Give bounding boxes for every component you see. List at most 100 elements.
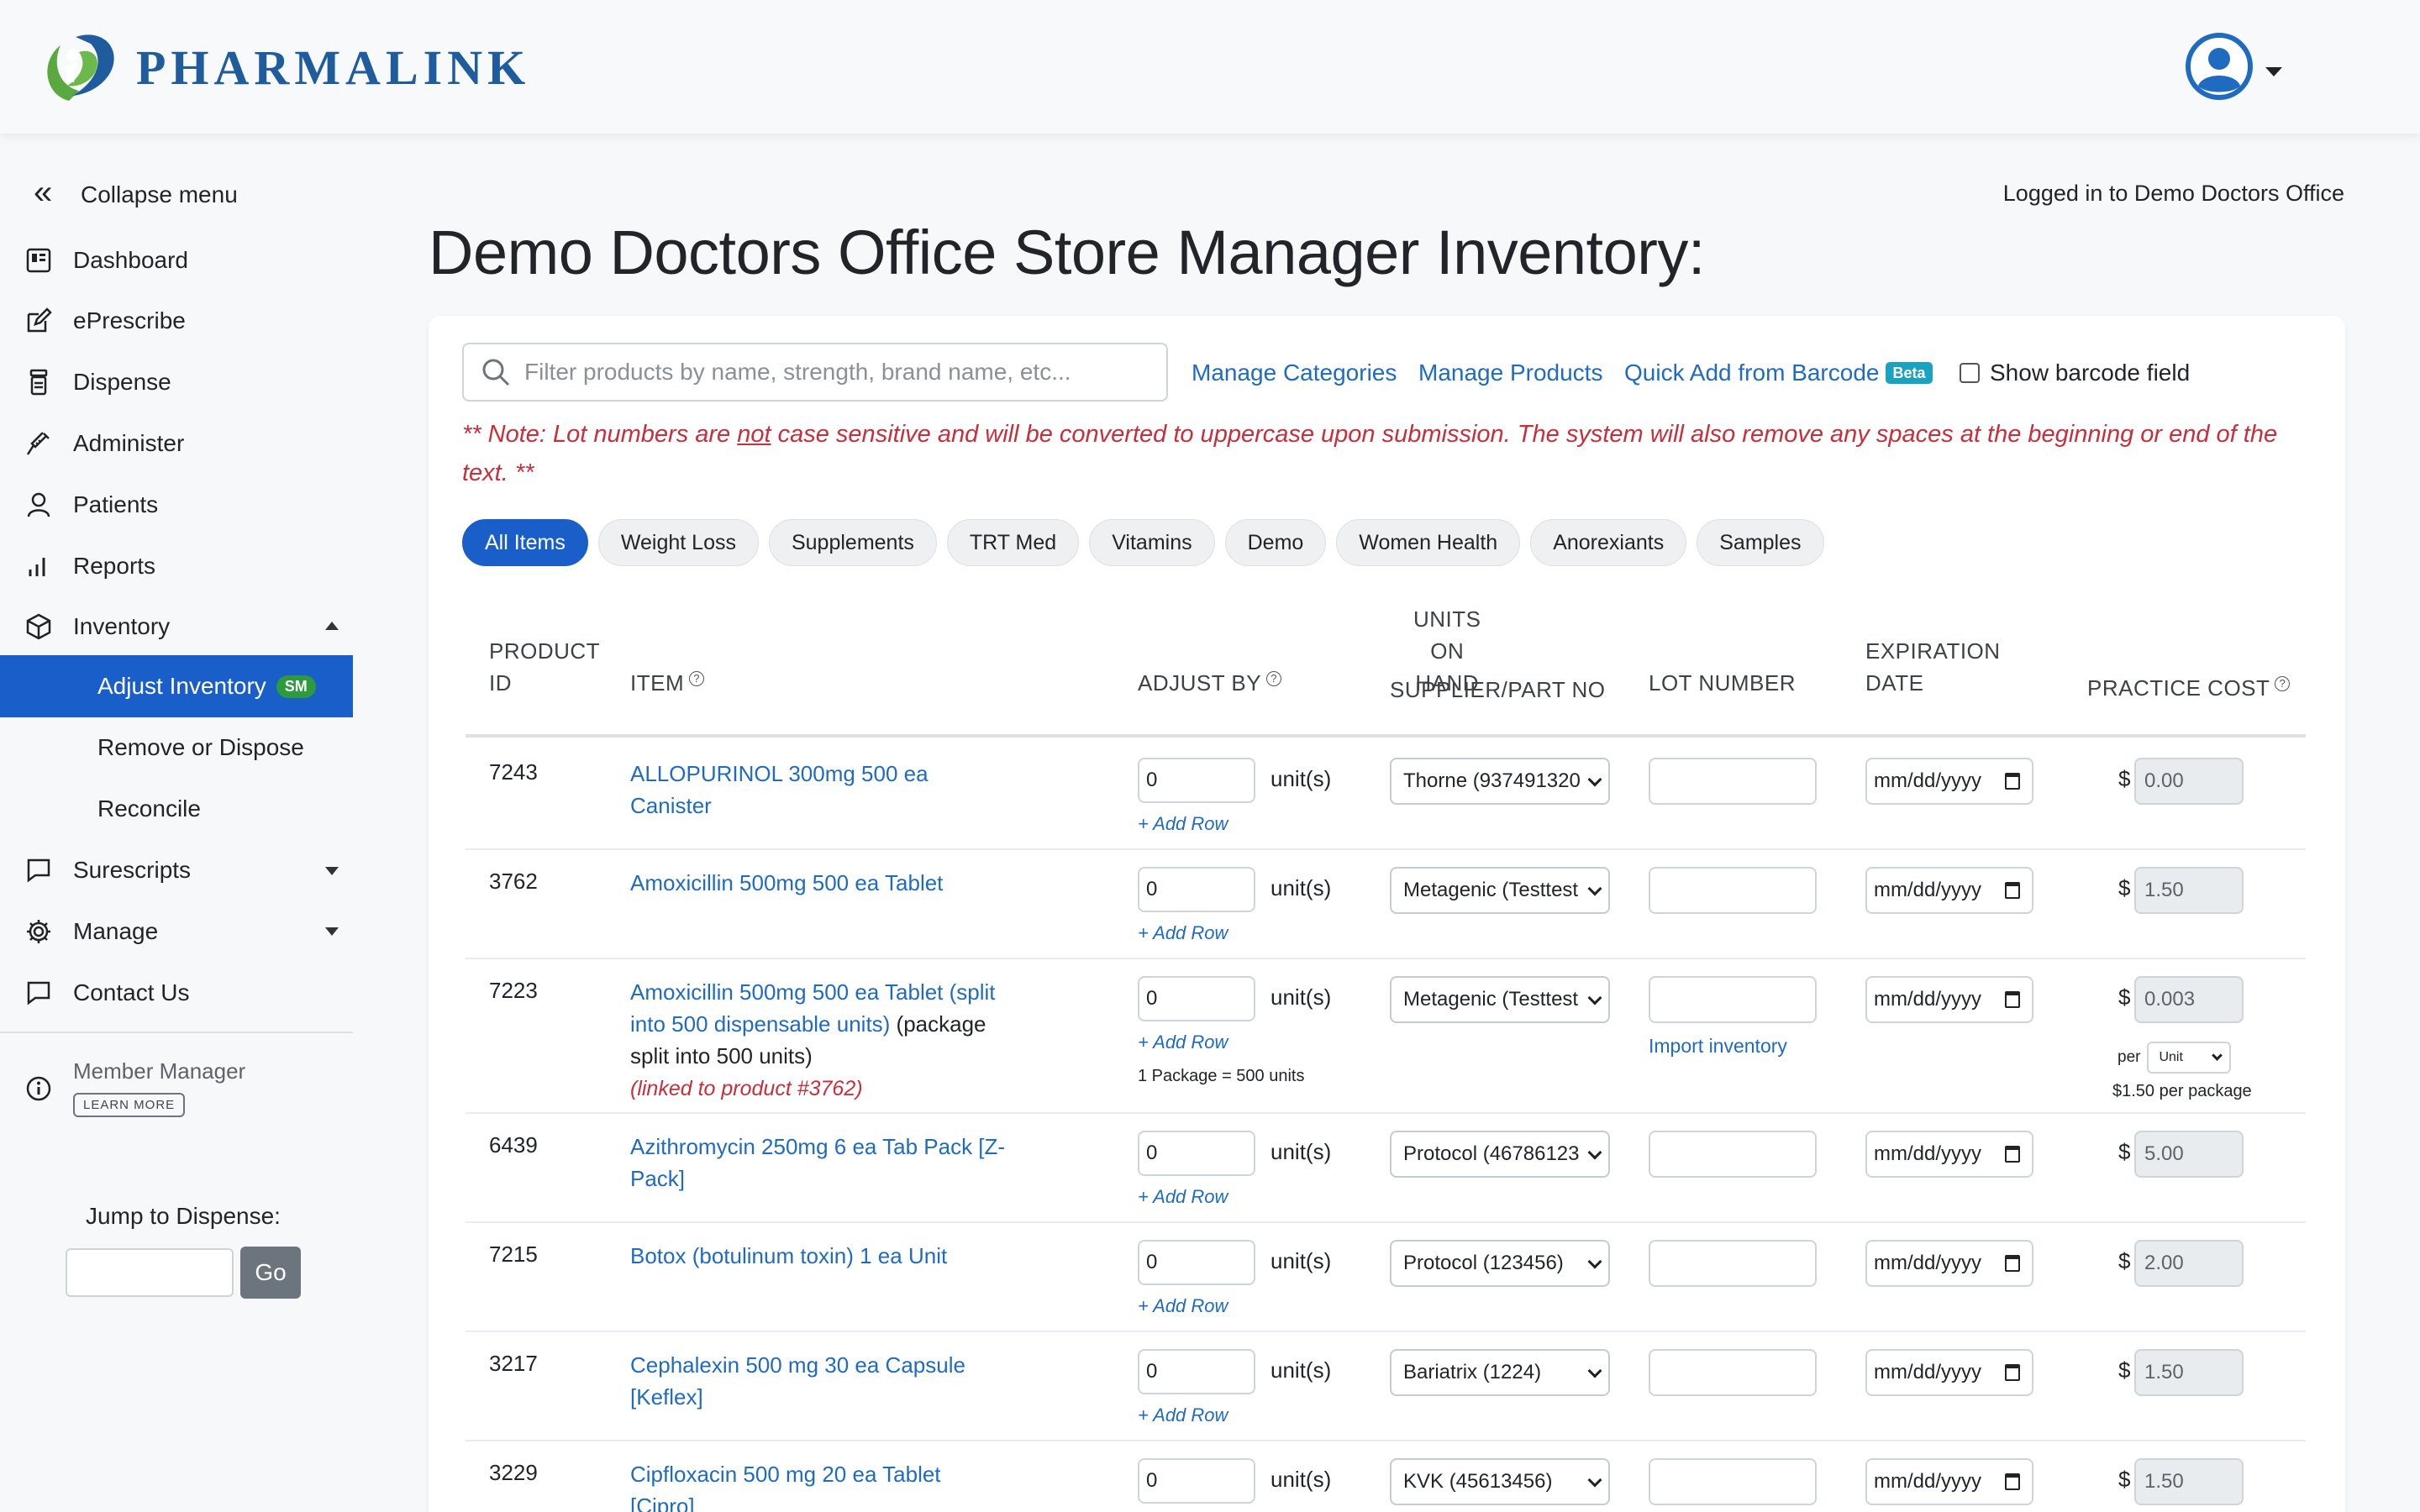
- supplier-select[interactable]: Bariatrix (1224): [1390, 1349, 1610, 1396]
- go-button[interactable]: Go: [240, 1247, 301, 1299]
- supplier-select[interactable]: Protocol (123456): [1390, 1240, 1610, 1287]
- category-chip-weight-loss[interactable]: Weight Loss: [597, 519, 759, 566]
- collapse-menu-button[interactable]: « Collapse menu: [34, 176, 238, 209]
- expiration-date-input[interactable]: mm/dd/yyyy: [1865, 1349, 2033, 1396]
- lot-number-input[interactable]: [1649, 867, 1817, 914]
- adjust-by-input[interactable]: 0: [1138, 867, 1255, 912]
- info-icon: [25, 1075, 73, 1117]
- calendar-icon[interactable]: [2005, 882, 2020, 899]
- practice-cost-input[interactable]: 1.50: [2134, 1458, 2244, 1505]
- category-chip-anorexiants[interactable]: Anorexiants: [1530, 519, 1687, 566]
- manage-categories-link[interactable]: Manage Categories: [1192, 360, 1397, 386]
- sidebar-item-inventory[interactable]: Inventory: [25, 610, 170, 643]
- sidebar-item-patients[interactable]: Patients: [25, 488, 158, 522]
- expiration-date-input[interactable]: mm/dd/yyyy: [1865, 1131, 2033, 1178]
- category-chip-vitamins[interactable]: Vitamins: [1089, 519, 1215, 566]
- lot-number-input[interactable]: [1649, 1458, 1817, 1505]
- adjust-by-input[interactable]: 0: [1138, 1458, 1255, 1504]
- add-row-link[interactable]: + Add Row: [1138, 1295, 1228, 1317]
- per-unit-select[interactable]: Unit: [2147, 1042, 2232, 1074]
- calendar-icon[interactable]: [2005, 773, 2020, 790]
- lot-number-input[interactable]: [1649, 758, 1817, 805]
- category-chip-trt-med[interactable]: TRT Med: [946, 519, 1080, 566]
- header-line: ID: [489, 670, 512, 696]
- supplier-select[interactable]: Metagenic (Testtest: [1390, 976, 1610, 1023]
- sidebar-subitem-adjust-inventory[interactable]: Adjust Inventory SM: [0, 655, 353, 717]
- sidebar-subitem-reconcile[interactable]: Reconcile: [97, 795, 201, 822]
- add-row-link[interactable]: + Add Row: [1138, 1186, 1228, 1208]
- category-chip-samples[interactable]: Samples: [1697, 519, 1824, 566]
- category-chip-women-health[interactable]: Women Health: [1336, 519, 1521, 566]
- help-icon[interactable]: ?: [2275, 676, 2291, 691]
- lot-number-input[interactable]: [1649, 1240, 1817, 1287]
- item-link[interactable]: Botox (botulinum toxin) 1 ea Unit: [630, 1243, 947, 1268]
- jump-to-dispense-input[interactable]: [66, 1248, 234, 1297]
- practice-cost-input[interactable]: 1.50: [2134, 867, 2244, 914]
- calendar-icon[interactable]: [2005, 1146, 2020, 1163]
- unit-label: unit(s): [1270, 984, 1332, 1010]
- add-row-link[interactable]: + Add Row: [1138, 1404, 1228, 1426]
- item-link[interactable]: ALLOPURINOL 300mg 500 ea Canister: [630, 761, 929, 818]
- pharmalink-logo[interactable]: PHARMALINK: [35, 25, 530, 109]
- user-menu[interactable]: [2185, 32, 2282, 101]
- supplier-select[interactable]: Thorne (937491320: [1390, 758, 1610, 805]
- supplier-select[interactable]: Metagenic (Testtest: [1390, 867, 1610, 914]
- practice-cost-input[interactable]: 0.00: [2134, 758, 2244, 805]
- item-link[interactable]: Cephalexin 500 mg 30 ea Capsule [Keflex]: [630, 1352, 965, 1410]
- add-row-link[interactable]: + Add Row: [1138, 922, 1228, 944]
- sidebar-item-reports[interactable]: Reports: [25, 549, 155, 583]
- expiration-date-input[interactable]: mm/dd/yyyy: [1865, 976, 2033, 1023]
- calendar-icon[interactable]: [2005, 1364, 2020, 1381]
- adjust-by-input[interactable]: 0: [1138, 1131, 1255, 1176]
- sidebar-item-manage[interactable]: Manage: [25, 915, 158, 948]
- manage-products-link[interactable]: Manage Products: [1418, 360, 1602, 386]
- category-chip-demo[interactable]: Demo: [1224, 519, 1327, 566]
- help-icon[interactable]: ?: [1266, 671, 1282, 686]
- category-chip-supplements[interactable]: Supplements: [768, 519, 937, 566]
- item-link[interactable]: Cipfloxacin 500 mg 20 ea Tablet [Cipro]: [630, 1462, 941, 1512]
- lot-number-input[interactable]: [1649, 1131, 1817, 1178]
- calendar-icon[interactable]: [2005, 991, 2020, 1008]
- practice-cost-input[interactable]: 2.00: [2134, 1240, 2244, 1287]
- expiration-date-input[interactable]: mm/dd/yyyy: [1865, 1458, 2033, 1505]
- expiration-date-input[interactable]: mm/dd/yyyy: [1865, 758, 2033, 805]
- learn-more-button[interactable]: LEARN MORE: [73, 1093, 186, 1117]
- quick-add-barcode-link[interactable]: Quick Add from Barcode Beta: [1624, 360, 1933, 386]
- supplier-select[interactable]: KVK (45613456): [1390, 1458, 1610, 1505]
- search-input[interactable]: [524, 359, 1146, 386]
- supplier-select[interactable]: Protocol (46786123: [1390, 1131, 1610, 1178]
- calendar-icon[interactable]: [2005, 1255, 2020, 1272]
- checkbox-box[interactable]: [1960, 363, 1980, 383]
- sidebar-item-surescripts[interactable]: Surescripts: [25, 853, 191, 887]
- category-chip-all-items[interactable]: All Items: [462, 519, 588, 566]
- show-barcode-checkbox[interactable]: Show barcode field: [1960, 360, 2190, 386]
- add-row-link[interactable]: + Add Row: [1138, 813, 1228, 835]
- lot-number-input[interactable]: [1649, 1349, 1817, 1396]
- sidebar-item-dispense[interactable]: Dispense: [25, 365, 171, 399]
- practice-cost-input[interactable]: 1.50: [2134, 1349, 2244, 1396]
- adjust-by-input[interactable]: 0: [1138, 1349, 1255, 1394]
- import-inventory-link[interactable]: Import inventory: [1649, 1035, 1787, 1058]
- sidebar-item-dashboard[interactable]: Dashboard: [25, 244, 188, 277]
- currency-symbol: $: [2118, 875, 2131, 900]
- adjust-by-input[interactable]: 0: [1138, 1240, 1255, 1285]
- sidebar-item-eprescribe[interactable]: ePrescribe: [25, 304, 186, 338]
- lot-number-input[interactable]: [1649, 976, 1817, 1023]
- expiration-date-input[interactable]: mm/dd/yyyy: [1865, 867, 2033, 914]
- help-icon[interactable]: ?: [689, 671, 705, 686]
- search-box[interactable]: [462, 343, 1168, 402]
- practice-cost-input[interactable]: 5.00: [2134, 1131, 2244, 1178]
- item-link[interactable]: Azithromycin 250mg 6 ea Tab Pack [Z-Pack…: [630, 1134, 1005, 1191]
- logo-mark-icon: [47, 34, 114, 101]
- practice-cost-input[interactable]: 0.003: [2134, 976, 2244, 1023]
- sidebar-item-contact-us[interactable]: Contact Us: [25, 976, 190, 1010]
- adjust-by-input[interactable]: 0: [1138, 976, 1255, 1021]
- syringe-icon: [25, 430, 73, 457]
- sidebar-subitem-remove-or-dispose[interactable]: Remove or Dispose: [97, 734, 304, 761]
- adjust-by-input[interactable]: 0: [1138, 758, 1255, 803]
- calendar-icon[interactable]: [2005, 1473, 2020, 1490]
- add-row-link[interactable]: + Add Row: [1138, 1032, 1228, 1053]
- item-link[interactable]: Amoxicillin 500mg 500 ea Tablet: [630, 870, 943, 895]
- expiration-date-input[interactable]: mm/dd/yyyy: [1865, 1240, 2033, 1287]
- sidebar-item-administer[interactable]: Administer: [25, 427, 184, 460]
